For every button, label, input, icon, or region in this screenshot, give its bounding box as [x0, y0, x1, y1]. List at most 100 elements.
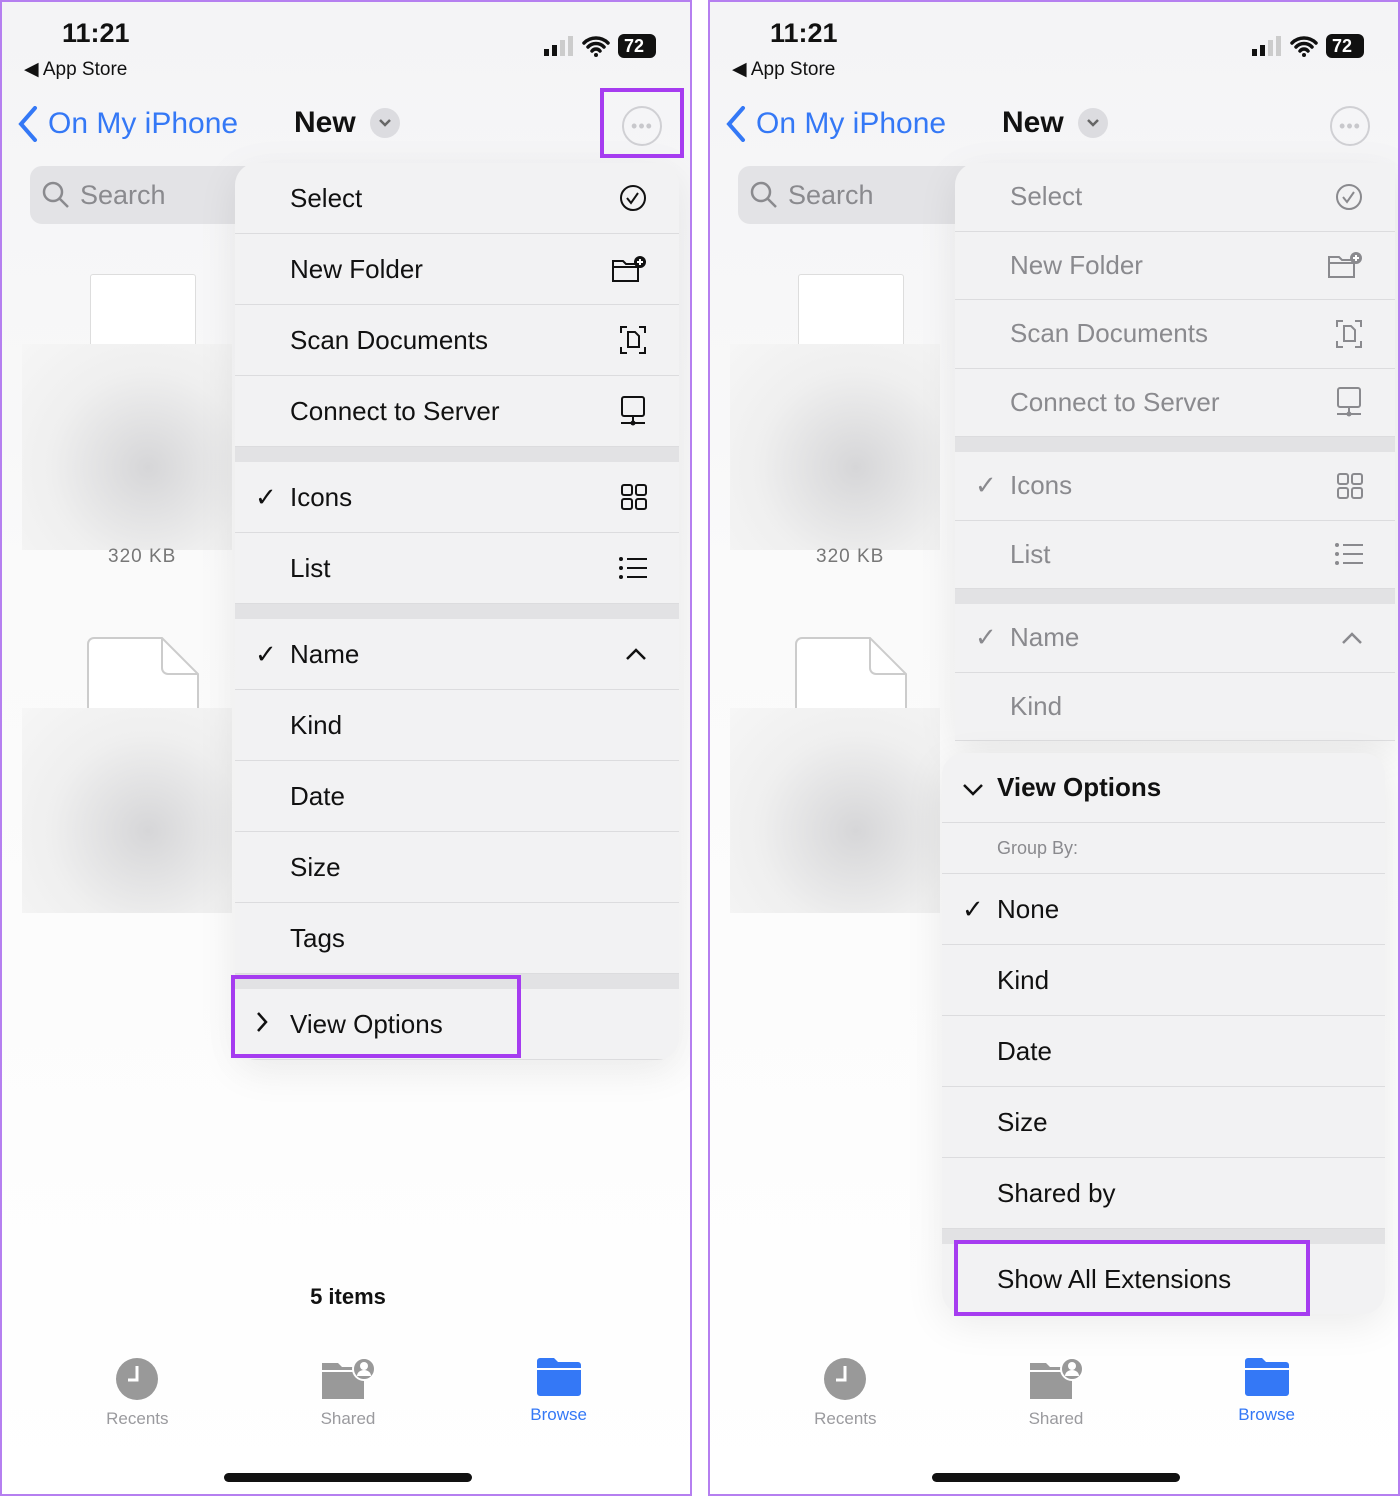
- tab-browse[interactable]: Browse: [489, 1357, 629, 1429]
- menu-item-scan-documents[interactable]: Scan Documents: [235, 305, 679, 376]
- file-thumbnail[interactable]: [90, 274, 196, 349]
- tab-label: Shared: [1028, 1409, 1084, 1428]
- menu-item-tags[interactable]: Tags: [235, 903, 679, 974]
- more-options-button[interactable]: •••: [1330, 106, 1370, 146]
- home-indicator: [932, 1473, 1180, 1482]
- chevron-down-icon: [962, 772, 984, 803]
- menu-item-connect-to-server[interactable]: Connect to Server: [955, 369, 1395, 437]
- back-label: On My iPhone: [48, 107, 239, 140]
- back-button[interactable]: On My iPhone: [18, 106, 238, 142]
- menu-item-icons[interactable]: ✓ Icons: [235, 462, 679, 533]
- document-icon[interactable]: [794, 636, 910, 710]
- menu-item-size[interactable]: Size: [942, 1087, 1385, 1158]
- menu-item-label: Size: [290, 851, 341, 882]
- view-options-submenu: View Options Group By: ✓ None Kind Date Size Sh…: [942, 753, 1385, 1314]
- menu-item-label: Size: [997, 1106, 1048, 1137]
- view-options-header[interactable]: View Options: [942, 753, 1385, 823]
- menu-item-size[interactable]: Size: [235, 832, 679, 903]
- menu-item-none[interactable]: ✓ None: [942, 874, 1385, 945]
- menu-item-label: Name: [1010, 622, 1080, 653]
- file-thumbnail[interactable]: [798, 274, 904, 349]
- page-title: New: [1002, 106, 1064, 139]
- file-thumbnail-blurred[interactable]: [22, 708, 232, 913]
- menu-item-label: Scan Documents: [290, 324, 488, 355]
- menu-item-kind[interactable]: Kind: [942, 945, 1385, 1016]
- checkmark-icon: ✓: [975, 470, 997, 501]
- clock-icon: [116, 1358, 159, 1400]
- menu-item-list[interactable]: List: [955, 521, 1395, 589]
- menu-item-label: Connect to Server: [1010, 386, 1220, 417]
- menu-separator: [235, 447, 679, 462]
- menu-item-kind[interactable]: Kind: [955, 673, 1395, 741]
- tab-recents[interactable]: Recents: [67, 1357, 207, 1429]
- menu-item-scan-documents[interactable]: Scan Documents: [955, 300, 1395, 369]
- folder-plus-icon: [611, 255, 647, 283]
- item-count: 5 items: [310, 1284, 386, 1309]
- menu-item-label: Kind: [997, 964, 1050, 995]
- menu-item-name[interactable]: ✓ Name: [235, 619, 679, 690]
- menu-item-name[interactable]: ✓ Name: [955, 604, 1395, 673]
- back-to-app-store[interactable]: ◀ App Store: [732, 58, 835, 81]
- folder-title-menu[interactable]: New: [1002, 106, 1108, 140]
- file-thumbnail-blurred[interactable]: [730, 708, 940, 913]
- tab-label: Shared: [320, 1409, 376, 1428]
- shared-folder-icon: [1029, 1357, 1084, 1399]
- tab-shared[interactable]: Shared: [986, 1357, 1126, 1429]
- tab-shared[interactable]: Shared: [278, 1357, 418, 1429]
- page-title: New: [294, 106, 356, 139]
- menu-item-connect-to-server[interactable]: Connect to Server: [235, 376, 679, 447]
- ellipsis-icon: •••: [1339, 115, 1361, 136]
- menu-item-label: Name: [290, 638, 360, 669]
- menu-item-shared-by[interactable]: Shared by: [942, 1158, 1385, 1229]
- wifi-icon: [1290, 36, 1318, 57]
- menu-item-new-folder[interactable]: New Folder: [955, 232, 1395, 300]
- menu-item-select[interactable]: Select: [235, 163, 679, 234]
- chevron-left-icon: [18, 106, 37, 142]
- submenu-title: View Options: [997, 772, 1162, 802]
- chevron-up-icon: [1341, 631, 1363, 645]
- file-thumbnail-blurred[interactable]: [22, 344, 232, 550]
- menu-item-date[interactable]: Date: [942, 1016, 1385, 1087]
- menu-separator: [955, 437, 1395, 452]
- screenshot-step-2: 11:21 ◀ App Store 72 On My iPhone New ••…: [708, 0, 1400, 1496]
- back-to-app-store[interactable]: ◀ App Store: [24, 58, 127, 81]
- scan-document-icon: [1335, 319, 1363, 349]
- file-size: 320 KB: [108, 546, 177, 567]
- context-menu-dimmed: Select New Folder Scan Documents Connect to…: [955, 163, 1395, 741]
- list-icon: [1335, 543, 1363, 566]
- menu-item-date[interactable]: Date: [235, 761, 679, 832]
- menu-item-label: None: [997, 893, 1060, 924]
- menu-item-label: Select: [290, 182, 363, 213]
- menu-item-list[interactable]: List: [235, 533, 679, 604]
- document-icon[interactable]: [86, 636, 202, 710]
- menu-item-label: Select: [1010, 181, 1083, 212]
- tab-label: Browse: [530, 1405, 587, 1424]
- chevron-up-icon: [625, 647, 647, 661]
- back-button[interactable]: On My iPhone: [726, 106, 946, 142]
- file-thumbnail-blurred[interactable]: [730, 344, 940, 550]
- highlight-box: [600, 88, 684, 158]
- menu-separator: [955, 589, 1395, 604]
- server-icon: [1335, 386, 1363, 418]
- group-by-label: Group By:: [997, 837, 1079, 858]
- menu-item-new-folder[interactable]: New Folder: [235, 234, 679, 305]
- wifi-icon: [582, 36, 610, 57]
- menu-item-select[interactable]: Select: [955, 163, 1395, 232]
- folder-icon: [1244, 1358, 1289, 1396]
- cellular-signal-icon: [544, 36, 573, 56]
- search-icon: [42, 181, 69, 208]
- search-placeholder: Search: [80, 179, 166, 210]
- battery-level: 72: [1326, 34, 1364, 58]
- chevron-left-icon: [726, 106, 745, 142]
- home-indicator: [224, 1473, 472, 1482]
- menu-item-icons[interactable]: ✓ Icons: [955, 452, 1395, 521]
- grid-icon: [1337, 472, 1363, 499]
- tab-browse[interactable]: Browse: [1197, 1357, 1337, 1429]
- tab-label: Browse: [1238, 1405, 1295, 1424]
- menu-item-label: Kind: [290, 709, 343, 740]
- tab-recents[interactable]: Recents: [775, 1357, 915, 1429]
- menu-item-label: List: [290, 552, 331, 583]
- menu-item-label: Icons: [1010, 470, 1073, 501]
- folder-title-menu[interactable]: New: [294, 106, 400, 140]
- menu-item-kind[interactable]: Kind: [235, 690, 679, 761]
